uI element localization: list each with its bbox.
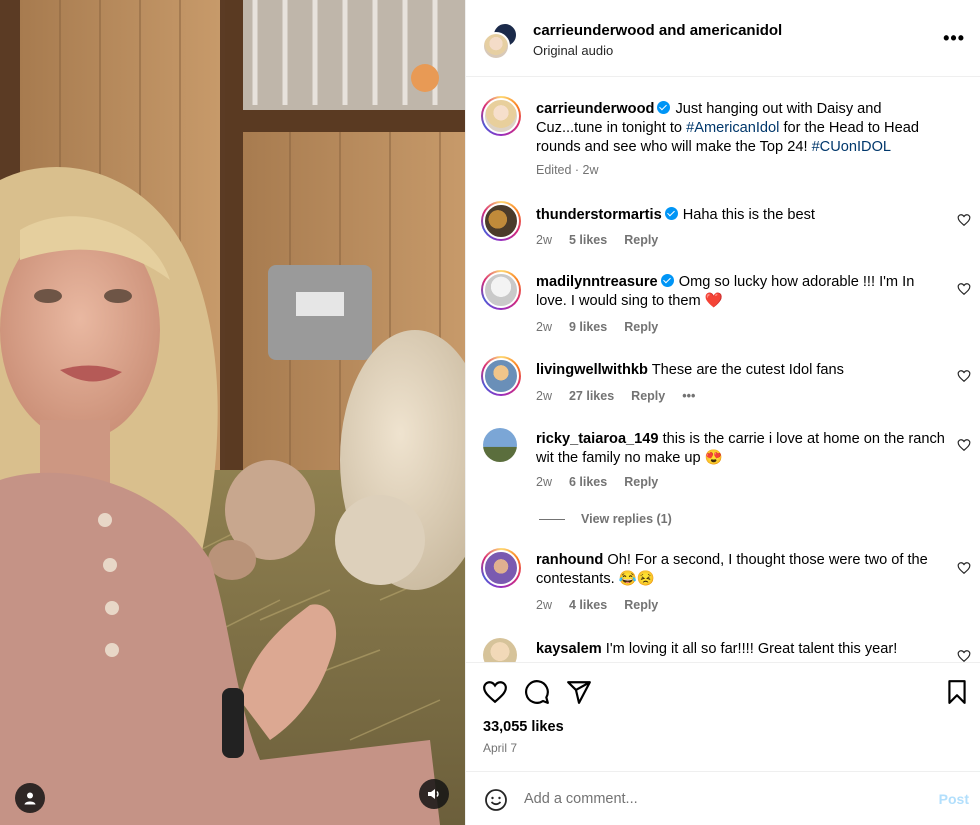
post-button[interactable]: Post (939, 791, 969, 807)
reply-button[interactable]: Reply (624, 320, 658, 334)
comment-time[interactable]: 2w (536, 320, 552, 334)
avatar[interactable] (481, 270, 521, 310)
reply-button[interactable]: Reply (624, 475, 658, 489)
reply-button[interactable]: Reply (631, 389, 665, 403)
heart-icon[interactable] (482, 679, 508, 705)
likes-count[interactable]: 33,055 likes (483, 719, 564, 735)
comment-likes[interactable]: 4 likes (569, 598, 607, 612)
share-icon[interactable] (566, 679, 592, 705)
audio-toggle-button[interactable] (419, 779, 449, 809)
comment-username[interactable]: thunderstormartis (536, 207, 662, 223)
more-horizontal-icon: ••• (943, 28, 965, 48)
post-header: carrieunderwood and americanidol Origina… (466, 0, 980, 77)
speaker-icon (428, 789, 439, 799)
reply-button[interactable]: Reply (624, 233, 658, 247)
comment-likes[interactable]: 27 likes (569, 389, 614, 403)
comment-time[interactable]: 2w (536, 475, 552, 489)
avatar[interactable] (481, 548, 521, 588)
tagged-users-button[interactable] (15, 783, 45, 813)
comment-username[interactable]: kaysalem (536, 641, 602, 657)
comment-more-button[interactable]: ••• (682, 389, 695, 403)
comment-text: These are the cutest Idol fans (651, 362, 844, 378)
caption-edited: Edited · 2w (536, 163, 599, 177)
verified-badge-icon (657, 101, 671, 114)
comment-time[interactable]: 2w (536, 233, 552, 247)
heart-icon[interactable] (957, 438, 971, 452)
comment-text: I'm loving it all so far!!!! Great talen… (605, 641, 898, 657)
heart-icon[interactable] (957, 282, 971, 296)
comment-icon[interactable] (524, 679, 550, 705)
emoji-icon[interactable] (484, 788, 508, 812)
more-options-button[interactable]: ••• (943, 28, 965, 49)
comment-text: Haha this is the best (682, 207, 815, 223)
avatar[interactable] (481, 96, 521, 136)
comment-likes[interactable]: 6 likes (569, 475, 607, 489)
bookmark-icon[interactable] (944, 679, 970, 705)
heart-icon[interactable] (957, 561, 971, 575)
post-authors[interactable]: carrieunderwood and americanidol (533, 22, 782, 39)
post-details-panel: carrieunderwood and americanidol Origina… (465, 0, 980, 825)
comment-username[interactable]: madilynntreasure (536, 274, 658, 290)
comment-likes[interactable]: 5 likes (569, 233, 607, 247)
reply-button[interactable]: Reply (624, 598, 658, 612)
heart-icon[interactable] (957, 369, 971, 383)
heart-icon[interactable] (957, 649, 971, 662)
comment-username[interactable]: ranhound (536, 552, 603, 568)
comment-username[interactable]: livingwellwithkb (536, 362, 648, 378)
collab-avatars[interactable] (480, 22, 520, 62)
avatar[interactable] (481, 201, 521, 241)
verified-badge-icon (660, 274, 674, 287)
comments-list[interactable]: carrieunderwood Just hanging out with Da… (466, 78, 980, 662)
verified-badge-icon (664, 207, 678, 220)
add-comment-bar: Post (466, 771, 980, 825)
avatar[interactable] (483, 638, 517, 662)
comment-time[interactable]: 2w (536, 598, 552, 612)
view-replies-label: View replies (1) (581, 512, 672, 526)
hashtag-link[interactable]: #CUonIDOL (812, 139, 892, 155)
heart-icon[interactable] (957, 213, 971, 227)
hashtag-link[interactable]: #AmericanIdol (686, 120, 779, 136)
comment-input[interactable] (524, 788, 904, 810)
user-icon (24, 792, 36, 805)
post-video[interactable] (0, 0, 465, 825)
comment-likes[interactable]: 9 likes (569, 320, 607, 334)
caption-username[interactable]: carrieunderwood (536, 101, 654, 117)
comment-username[interactable]: ricky_taiaroa_149 (536, 431, 659, 447)
audio-link[interactable]: Original audio (533, 43, 613, 58)
view-replies-button[interactable]: View replies (1) (539, 512, 672, 526)
comment-time[interactable]: 2w (536, 389, 552, 403)
post-date[interactable]: April 7 (483, 741, 517, 755)
action-bar (466, 662, 980, 770)
avatar[interactable] (481, 356, 521, 396)
avatar[interactable] (483, 428, 517, 462)
carrieunderwood-avatar (482, 32, 510, 60)
video-frame-image (0, 0, 465, 825)
divider (539, 519, 565, 521)
